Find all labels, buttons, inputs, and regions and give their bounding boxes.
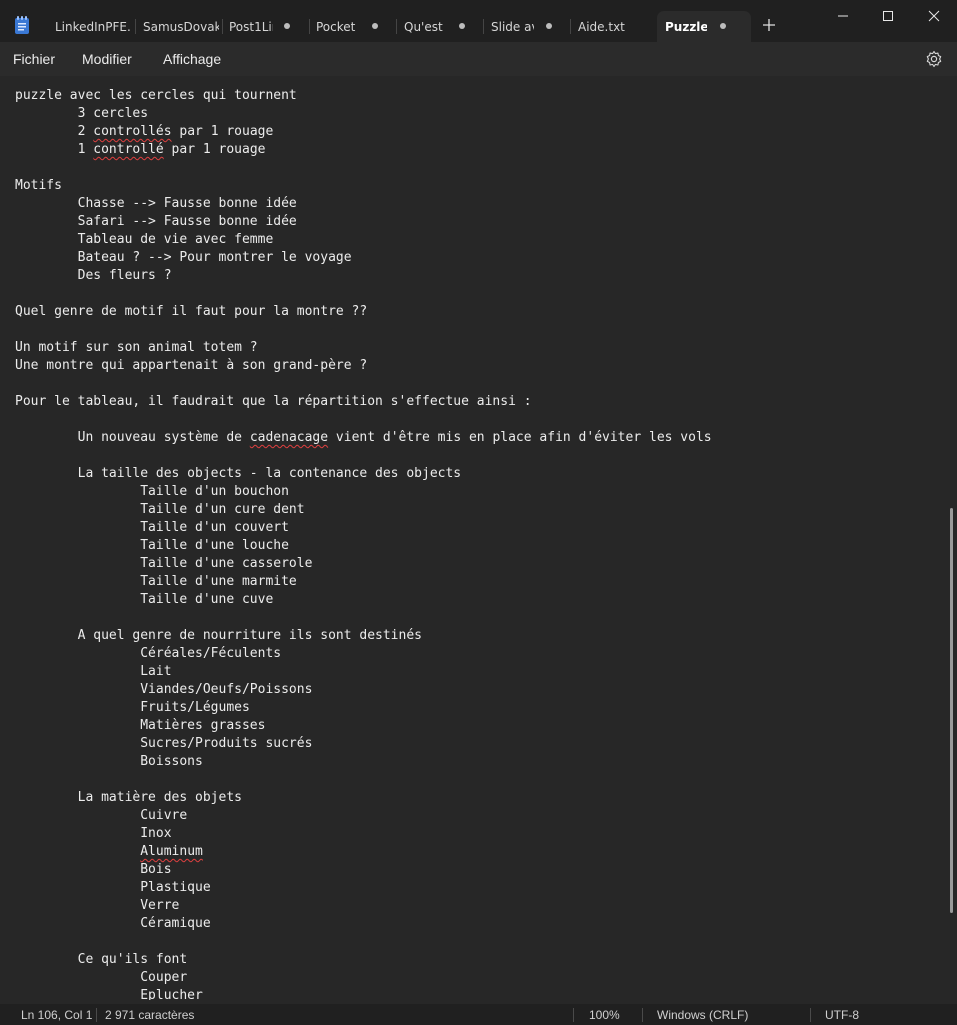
text-line: La matière des objets [15, 790, 242, 805]
text-line: Taille d'un couvert [15, 520, 289, 535]
maximize-button[interactable] [865, 0, 911, 32]
tab-label: Pocket Watch [316, 19, 358, 34]
text-line: Boissons [15, 754, 203, 769]
tab-puzzles[interactable]: Puzzles.txt [657, 11, 751, 42]
text-line: La taille des objects - la contenance de… [15, 466, 462, 481]
encoding[interactable]: UTF-8 [825, 1008, 859, 1022]
status-bar: Ln 106, Col 1 2 971 caractères 100% Wind… [0, 1004, 957, 1025]
text-line: 3 cercles [15, 106, 149, 121]
tab-label: Slide avec [491, 19, 534, 34]
text-line: Quel genre de motif il faut pour la mont… [15, 304, 368, 319]
text-line: Taille d'une cuve [15, 592, 274, 607]
text-line: Motifs [15, 178, 62, 193]
text-line: Lait [15, 664, 172, 679]
unsaved-dot-icon [720, 23, 726, 29]
unsaved-dot-icon [546, 23, 552, 29]
text-line: Sucres/Produits sucrés [15, 736, 313, 751]
text-line: Eplucher [15, 988, 203, 1000]
text-line: Plastique [15, 880, 211, 895]
minimize-icon [838, 15, 848, 17]
text-line: Couper [15, 970, 188, 985]
text-line: Matières grasses [15, 718, 266, 733]
tab-quest-ce-que[interactable]: Qu'est ce que [397, 11, 488, 42]
menu-view[interactable]: Affichage [163, 51, 221, 67]
notepad-app-icon [15, 16, 29, 34]
maximize-icon [883, 11, 893, 21]
text-line: Taille d'une marmite [15, 574, 297, 589]
text-line: 2 controllés par 1 rouage [15, 124, 274, 139]
character-count: 2 971 caractères [105, 1008, 195, 1022]
text-line: Chasse --> Fausse bonne idée [15, 196, 297, 211]
minimize-button[interactable] [820, 0, 866, 32]
notepad-window: LinkedInPFE.txt SamusDovakiin Post1Linke… [0, 0, 957, 1025]
tab-post1linkedin[interactable]: Post1LinkedIn [223, 11, 313, 42]
status-separator [96, 1008, 97, 1022]
menu-edit[interactable]: Modifier [82, 51, 132, 67]
vertical-scrollbar[interactable] [946, 76, 957, 1000]
text-line: Un nouveau système de cadenacage vient d… [15, 430, 712, 445]
text-line: Bateau ? --> Pour montrer le voyage [15, 250, 352, 265]
status-separator [810, 1008, 811, 1022]
close-icon [928, 10, 940, 22]
text-line: Pour le tableau, il faudrait que la répa… [15, 394, 532, 409]
new-tab-plus-icon[interactable] [760, 16, 778, 34]
misspelled-word[interactable]: Aluminum [140, 844, 203, 859]
tab-linkedinpfe[interactable]: LinkedInPFE.txt [48, 11, 139, 42]
text-line: Fruits/Légumes [15, 700, 250, 715]
text-line: Tableau de vie avec femme [15, 232, 274, 247]
menu-bar: Fichier Modifier Affichage [0, 42, 957, 76]
text-line: Une montre qui appartenait à son grand-p… [15, 358, 368, 373]
tab-bar: LinkedInPFE.txt SamusDovakiin Post1Linke… [0, 0, 957, 42]
text-line: Safari --> Fausse bonne idée [15, 214, 297, 229]
status-separator [642, 1008, 643, 1022]
misspelled-word[interactable]: controllés [93, 124, 171, 139]
text-line: Verre [15, 898, 180, 913]
text-line: Ce qu'ils font [15, 952, 188, 967]
status-separator [573, 1008, 574, 1022]
settings-gear-icon[interactable] [925, 50, 943, 68]
text-line: 1 controllé par 1 rouage [15, 142, 266, 157]
text-line: Taille d'un bouchon [15, 484, 289, 499]
text-line: A quel genre de nourriture ils sont dest… [15, 628, 422, 643]
unsaved-dot-icon [459, 23, 465, 29]
text-line: Bois [15, 862, 172, 877]
text-line: Taille d'un cure dent [15, 502, 305, 517]
tab-samusdovakiin[interactable]: SamusDovakiin [136, 11, 227, 42]
zoom-level[interactable]: 100% [589, 1008, 620, 1022]
text-line: Des fleurs ? [15, 268, 172, 283]
tab-aide[interactable]: Aide.txt [571, 11, 662, 42]
tab-label: LinkedInPFE.txt [55, 19, 130, 34]
text-line: Viandes/Oeufs/Poissons [15, 682, 313, 697]
unsaved-dot-icon [372, 23, 378, 29]
close-button[interactable] [911, 0, 957, 32]
tab-label: Qu'est ce que [404, 19, 446, 34]
tab-slide-avec[interactable]: Slide avec [484, 11, 575, 42]
tab-label: Aide.txt [578, 19, 625, 34]
text-line: Inox [15, 826, 172, 841]
line-ending[interactable]: Windows (CRLF) [657, 1008, 748, 1022]
tab-label: SamusDovakiin [143, 19, 219, 34]
text-editor-area[interactable]: puzzle avec les cercles qui tournent 3 c… [0, 76, 946, 1000]
tab-label: Puzzles.txt [665, 19, 707, 34]
tab-pocket-watch[interactable]: Pocket Watch [310, 11, 400, 42]
menu-file[interactable]: Fichier [13, 51, 55, 67]
misspelled-word[interactable]: cadenacage [250, 430, 328, 445]
text-line: Taille d'une louche [15, 538, 289, 553]
text-line: Aluminum [15, 843, 203, 861]
text-line: Cuivre [15, 808, 188, 823]
cursor-position[interactable]: Ln 106, Col 1 [21, 1008, 92, 1022]
scrollbar-thumb[interactable] [950, 508, 953, 913]
text-line: Céréales/Féculents [15, 646, 282, 661]
text-line: Un motif sur son animal totem ? [15, 340, 258, 355]
tab-label: Post1LinkedIn [229, 19, 273, 34]
text-line: puzzle avec les cercles qui tournent [15, 88, 297, 103]
text-line: Céramique [15, 916, 211, 931]
text-line: Taille d'une casserole [15, 556, 313, 571]
misspelled-word[interactable]: controllé [93, 142, 163, 157]
unsaved-dot-icon [284, 23, 290, 29]
